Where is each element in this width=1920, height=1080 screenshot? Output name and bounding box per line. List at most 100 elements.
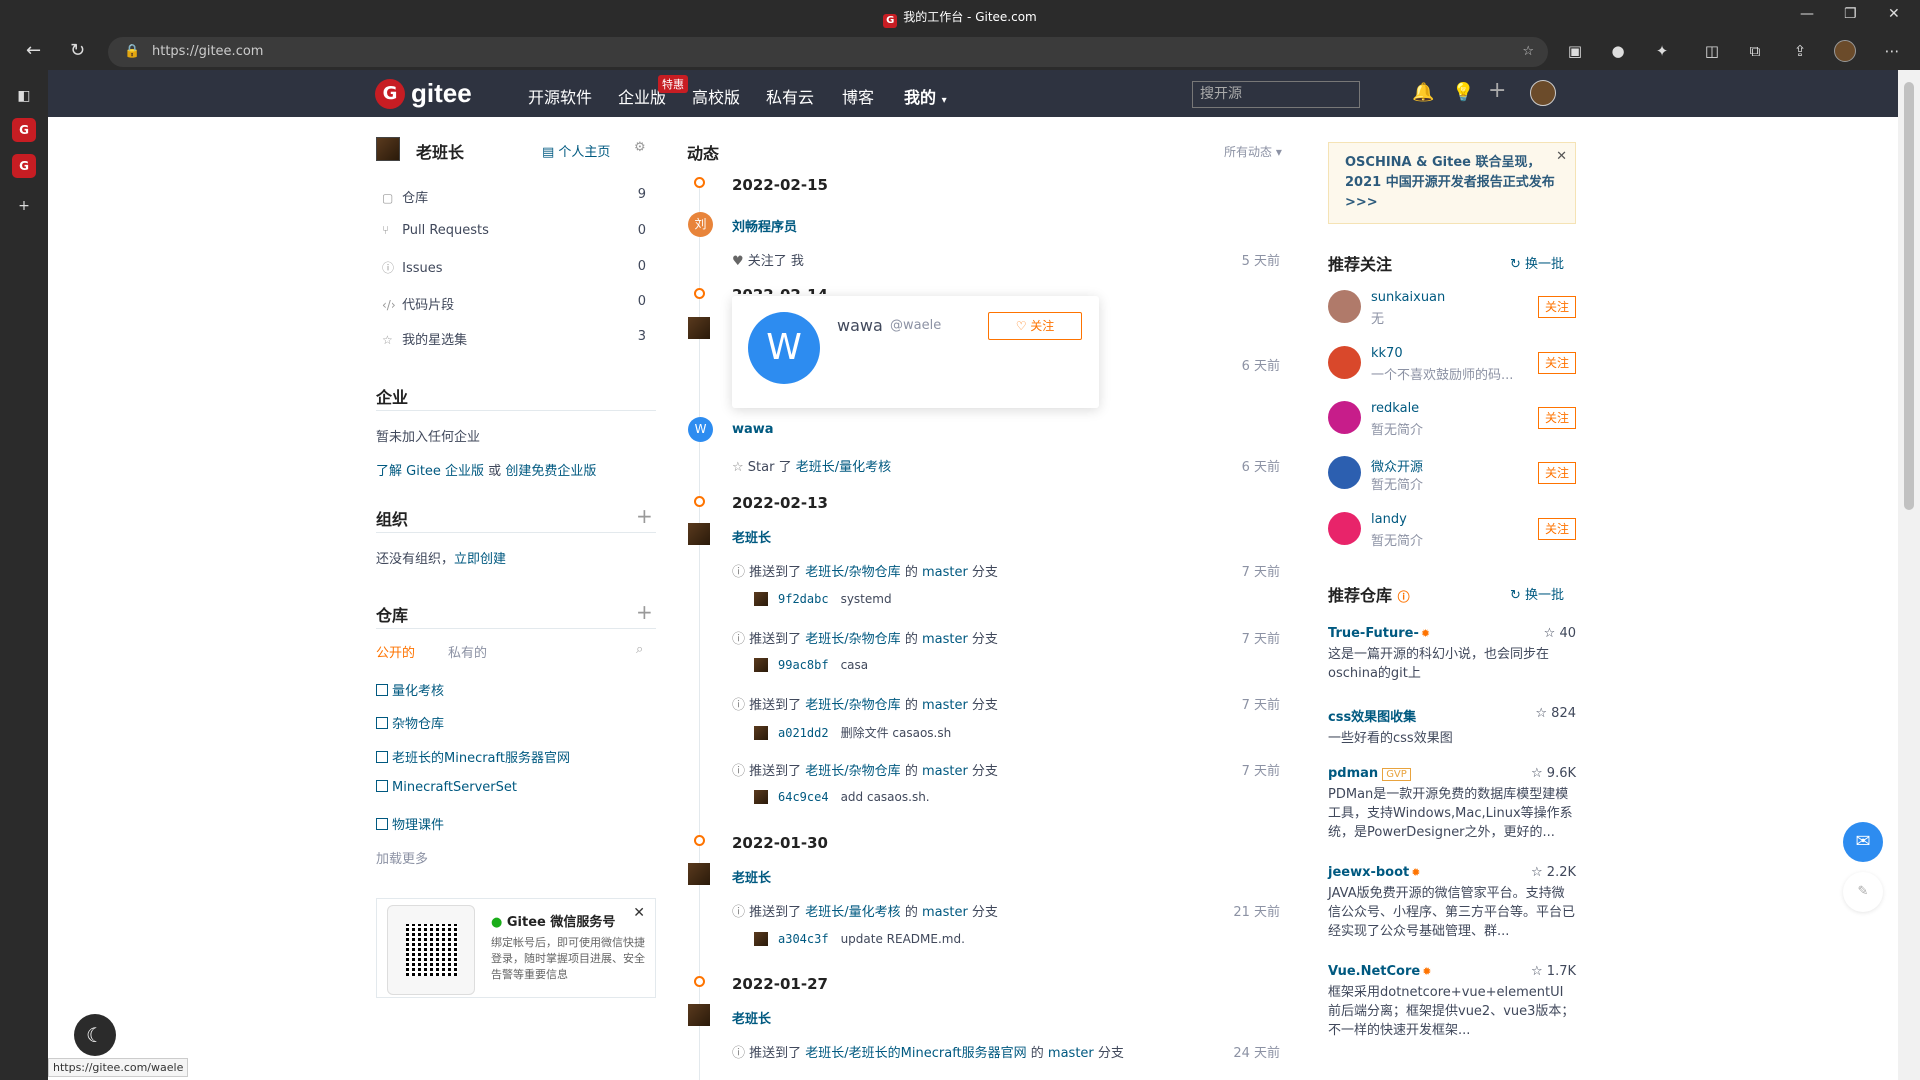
- star-count[interactable]: ☆ 824: [1535, 706, 1576, 721]
- nav-private-cloud[interactable]: 私有云: [766, 84, 814, 108]
- nav-education[interactable]: 高校版: [692, 84, 740, 108]
- new-tab-icon[interactable]: +: [12, 194, 36, 218]
- user-avatar[interactable]: [1328, 346, 1361, 379]
- branch-link[interactable]: master: [1048, 1046, 1094, 1061]
- create-plus-icon[interactable]: +: [1488, 78, 1506, 103]
- menu-pull-requests[interactable]: ⑂ Pull Requests 0: [382, 223, 654, 238]
- split-screen-icon[interactable]: ◫: [1702, 41, 1722, 61]
- feed-filter-dropdown[interactable]: 所有动态 ▾: [1224, 143, 1282, 160]
- nav-opensource[interactable]: 开源软件: [528, 84, 592, 108]
- chat-assistant-button[interactable]: ✉: [1843, 822, 1883, 862]
- branch-link[interactable]: master: [922, 565, 968, 580]
- star-count[interactable]: ☆ 9.6K: [1531, 766, 1576, 781]
- follow-button[interactable]: 关注: [1538, 352, 1576, 374]
- learn-enterprise-link[interactable]: 了解 Gitee 企业版: [376, 464, 484, 479]
- refresh-icon[interactable]: ↻: [70, 40, 85, 61]
- user-avatar-menu[interactable]: [1530, 80, 1556, 106]
- commit-sha-link[interactable]: a304c3f: [778, 932, 829, 946]
- repo-item[interactable]: MinecraftServerSet: [376, 780, 517, 795]
- user-avatar[interactable]: [688, 1004, 710, 1030]
- user-avatar[interactable]: [376, 137, 400, 161]
- gitee-logo[interactable]: G gitee: [375, 78, 472, 109]
- extension-color-icon[interactable]: ●: [1608, 41, 1628, 61]
- feed-user[interactable]: 刘畅程序员: [732, 216, 797, 235]
- create-enterprise-link[interactable]: 创建免费企业版: [505, 464, 596, 479]
- follow-button[interactable]: 关注: [1538, 407, 1576, 429]
- menu-repos[interactable]: ▢ 仓库 9: [382, 187, 654, 206]
- extensions-icon[interactable]: ✦: [1652, 41, 1672, 61]
- feed-user[interactable]: 老班长: [732, 867, 771, 886]
- user-avatar[interactable]: [1328, 456, 1361, 489]
- repo-link[interactable]: 老班长/杂物仓库: [805, 698, 900, 713]
- help-icon[interactable]: ⓘ: [1398, 590, 1410, 604]
- popup-follow-button[interactable]: ♡ 关注: [988, 312, 1082, 340]
- browser-profile-avatar[interactable]: [1834, 40, 1856, 62]
- close-icon[interactable]: ✕: [633, 905, 645, 921]
- home-link[interactable]: ▤ 个人主页: [542, 141, 610, 160]
- tab-gitee-icon-2[interactable]: G: [12, 154, 36, 178]
- user-name[interactable]: 老班长: [416, 139, 464, 163]
- repo-link[interactable]: 老班长/量化考核: [796, 460, 891, 475]
- branch-link[interactable]: master: [922, 764, 968, 779]
- commit-sha-link[interactable]: 9f2dabc: [778, 592, 829, 606]
- dark-mode-toggle[interactable]: ☾: [74, 1014, 116, 1056]
- settings-gear-icon[interactable]: ⚙: [634, 140, 646, 155]
- tab-private[interactable]: 私有的: [448, 642, 487, 661]
- nav-blog[interactable]: 博客: [842, 84, 874, 108]
- back-icon[interactable]: ←: [26, 40, 41, 61]
- feed-user[interactable]: 老班长: [732, 1008, 771, 1027]
- feed-user[interactable]: 老班长: [732, 527, 771, 546]
- follow-button[interactable]: 关注: [1538, 296, 1576, 318]
- repo-item[interactable]: 杂物仓库: [376, 713, 444, 732]
- repo-item[interactable]: 老班长的Minecraft服务器官网: [376, 747, 570, 766]
- repo-link[interactable]: 老班长/杂物仓库: [805, 632, 900, 647]
- url-field[interactable]: 🔒 https://gitee.com ☆: [108, 37, 1548, 67]
- tab-actions-icon[interactable]: ◧: [12, 84, 36, 108]
- user-avatar[interactable]: [688, 317, 710, 343]
- feed-user[interactable]: wawa: [732, 422, 774, 437]
- share-icon[interactable]: ⇪: [1790, 41, 1810, 61]
- nav-mine[interactable]: 我的 ▾: [904, 84, 947, 108]
- star-count[interactable]: ☆ 1.7K: [1531, 964, 1576, 979]
- feedback-edit-button[interactable]: ✎: [1843, 872, 1883, 912]
- user-avatar[interactable]: 刘: [688, 212, 713, 237]
- menu-snippets[interactable]: ‹/› 代码片段 0: [382, 294, 654, 313]
- menu-issues[interactable]: ⓘ Issues 0: [382, 259, 654, 276]
- more-icon[interactable]: ⋯: [1882, 41, 1902, 61]
- follow-button[interactable]: 关注: [1538, 462, 1576, 484]
- restore-icon[interactable]: ❐: [1844, 6, 1857, 22]
- repo-link[interactable]: 老班长/老班长的Minecraft服务器官网: [805, 1046, 1026, 1061]
- branch-link[interactable]: master: [922, 905, 968, 920]
- close-icon[interactable]: ✕: [1556, 147, 1567, 167]
- load-more-link[interactable]: 加载更多: [376, 848, 428, 867]
- repo-item[interactable]: 物理课件: [376, 814, 444, 833]
- favorite-icon[interactable]: ☆: [1522, 37, 1534, 67]
- collections-icon[interactable]: ⧉: [1745, 41, 1765, 61]
- user-avatar[interactable]: W: [688, 417, 713, 442]
- commit-sha-link[interactable]: 64c9ce4: [778, 790, 829, 804]
- repo-link[interactable]: 老班长/杂物仓库: [805, 565, 900, 580]
- add-org-plus-icon[interactable]: +: [636, 504, 653, 528]
- user-avatar[interactable]: [1328, 401, 1361, 434]
- add-repo-plus-icon[interactable]: +: [636, 600, 653, 624]
- create-org-link[interactable]: 立即创建: [454, 552, 506, 567]
- user-avatar[interactable]: [688, 863, 710, 889]
- search-icon[interactable]: ⌕: [636, 642, 643, 657]
- tab-gitee-icon[interactable]: G: [12, 118, 36, 142]
- tab-public[interactable]: 公开的: [376, 642, 415, 661]
- scroll-thumb[interactable]: [1904, 82, 1914, 510]
- popup-avatar[interactable]: W: [748, 312, 820, 384]
- close-icon[interactable]: ✕: [1888, 6, 1900, 22]
- star-count[interactable]: ☆ 40: [1544, 626, 1576, 641]
- branch-link[interactable]: master: [922, 632, 968, 647]
- user-avatar[interactable]: [1328, 512, 1361, 545]
- bell-icon[interactable]: 🔔: [1412, 82, 1434, 103]
- refresh-repos-button[interactable]: ↻ 换一批: [1510, 584, 1564, 603]
- repo-link[interactable]: 老班长/杂物仓库: [805, 764, 900, 779]
- page-scrollbar[interactable]: [1898, 70, 1920, 1080]
- search-input[interactable]: 搜开源: [1192, 81, 1360, 108]
- user-avatar[interactable]: [1328, 290, 1361, 323]
- branch-link[interactable]: master: [922, 698, 968, 713]
- repo-item[interactable]: 量化考核: [376, 680, 444, 699]
- extension-icon[interactable]: ▣: [1565, 41, 1585, 61]
